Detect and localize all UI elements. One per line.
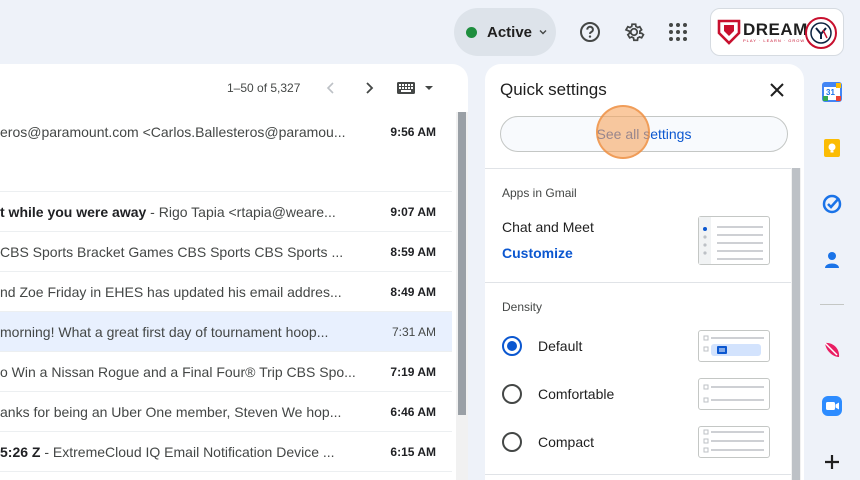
status-dot-icon — [466, 26, 477, 38]
chat-meet-preview — [698, 216, 770, 265]
mail-row-time: 6:15 AM — [390, 444, 436, 459]
input-tools-button[interactable] — [396, 80, 436, 96]
account-logo: DREAM PLAY · LEARN · GROW — [743, 21, 808, 44]
help-icon[interactable] — [574, 16, 606, 48]
density-default-label[interactable]: Default — [538, 338, 582, 354]
chevron-down-icon — [539, 30, 547, 35]
keep-app-icon[interactable] — [820, 136, 844, 160]
contacts-app-icon[interactable] — [820, 248, 844, 272]
mail-toolbar: 1–50 of 5,327 — [0, 64, 468, 112]
density-compact-preview — [698, 426, 770, 458]
density-section-label: Density — [502, 300, 543, 314]
density-compact-preview-icon — [703, 429, 764, 453]
mail-row-time: 7:19 AM — [390, 364, 436, 379]
pagination-range: 1–50 of 5,327 — [227, 81, 301, 95]
mail-row-selected[interactable]: morning! What a great first day of tourn… — [0, 312, 452, 352]
account-button[interactable]: DREAM PLAY · LEARN · GROW — [710, 8, 844, 56]
zoom-app-icon[interactable] — [820, 394, 844, 418]
density-comfortable-radio[interactable] — [502, 384, 522, 404]
divider — [485, 474, 791, 475]
mail-row-text: CBS Sports Bracket Games CBS Sports CBS … — [0, 243, 344, 260]
see-all-settings-button[interactable]: See all settings — [500, 116, 788, 152]
divider — [485, 168, 791, 169]
gear-icon[interactable] — [618, 16, 650, 48]
density-compact-label[interactable]: Compact — [538, 434, 594, 450]
status-selector[interactable]: Active — [454, 8, 556, 56]
scrollbar-thumb[interactable] — [458, 112, 466, 415]
mail-row-time: 7:31 AM — [391, 324, 436, 339]
mail-row[interactable]: CBS Sports Bracket Games CBS Sports CBS … — [0, 232, 452, 272]
mail-row-text: t while you were away - Rigo Tapia <rtap… — [0, 203, 336, 220]
tasks-app-icon[interactable] — [820, 192, 844, 216]
account-logo-subtext: PLAY · LEARN · GROW — [743, 37, 806, 43]
get-addons-icon[interactable] — [820, 450, 844, 474]
mail-row-text: anks for being an Uber One member, Steve… — [0, 403, 342, 420]
mail-row-text: 5:26 Z - ExtremeCloud IQ Email Notificat… — [0, 443, 335, 460]
customize-link[interactable]: Customize — [502, 245, 573, 261]
quick-settings-panel: Quick settings See all settings Apps in … — [485, 64, 804, 480]
scrollbar-thumb[interactable] — [792, 168, 800, 480]
mail-row[interactable]: anks for being an Uber One member, Steve… — [0, 392, 452, 432]
density-default-radio[interactable] — [502, 336, 522, 356]
keyboard-icon — [397, 82, 415, 94]
mail-list-scrollbar[interactable] — [456, 112, 468, 480]
divider — [485, 282, 791, 283]
mail-row[interactable]: o Win a Nissan Rogue and a Final Four® T… — [0, 352, 452, 392]
caret-down-icon — [425, 86, 433, 90]
density-comfortable-preview-icon — [703, 384, 764, 403]
addon-app-icon[interactable] — [820, 338, 844, 362]
density-default-preview — [698, 330, 770, 362]
next-page-icon[interactable] — [359, 78, 379, 98]
mail-row-time: 9:56 AM — [390, 125, 436, 139]
density-default-preview-icon — [703, 335, 764, 356]
previous-page-icon[interactable] — [321, 78, 341, 98]
mail-list-panel: 1–50 of 5,327 eros@paramount.com <Carlos… — [0, 64, 468, 480]
mail-row-time: 8:59 AM — [390, 244, 436, 259]
mail-row-time: 9:07 AM — [390, 204, 436, 219]
shield-logo-icon — [717, 19, 741, 45]
mail-row[interactable]: 5:26 Z - ExtremeCloud IQ Email Notificat… — [0, 432, 452, 472]
layout-preview-icon — [699, 217, 763, 264]
mail-row[interactable]: nd Zoe Friday in EHES has updated his em… — [0, 272, 452, 312]
apps-section-label: Apps in Gmail — [502, 186, 577, 200]
team-logo-icon — [810, 22, 832, 44]
quick-settings-title: Quick settings — [500, 80, 607, 99]
divider — [820, 304, 844, 305]
top-bar: Active DREAM PLAY · LEARN · GROW — [0, 0, 860, 64]
chat-meet-label: Chat and Meet — [502, 219, 594, 235]
density-comfortable-label[interactable]: Comfortable — [538, 386, 614, 402]
mail-row-text: nd Zoe Friday in EHES has updated his em… — [0, 283, 342, 300]
account-logo-text: DREAM — [743, 19, 808, 39]
mail-row[interactable]: t while you were away - Rigo Tapia <rtap… — [0, 192, 452, 232]
quick-settings-scrollbar[interactable] — [791, 168, 801, 480]
mail-row-text: morning! What a great first day of tourn… — [0, 323, 329, 340]
mail-row-text: o Win a Nissan Rogue and a Final Four® T… — [0, 363, 356, 380]
mail-row-time: 6:46 AM — [390, 404, 436, 419]
calendar-app-icon[interactable]: 31 — [820, 80, 844, 104]
status-label: Active — [487, 23, 533, 41]
mail-row[interactable]: eros@paramount.com <Carlos.Ballesteros@p… — [0, 112, 452, 192]
density-compact-radio[interactable] — [502, 432, 522, 452]
density-comfortable-preview — [698, 378, 770, 410]
close-icon[interactable] — [767, 80, 787, 100]
avatar[interactable] — [805, 17, 837, 49]
calendar-day-label: 31 — [826, 88, 835, 97]
mail-row-text: eros@paramount.com <Carlos.Ballesteros@p… — [0, 124, 346, 140]
mail-row-time: 8:49 AM — [390, 284, 436, 299]
apps-grid-icon[interactable] — [662, 16, 694, 48]
